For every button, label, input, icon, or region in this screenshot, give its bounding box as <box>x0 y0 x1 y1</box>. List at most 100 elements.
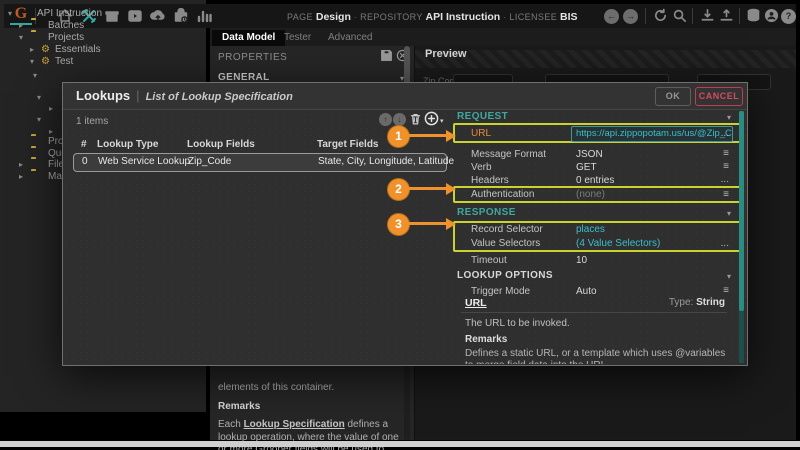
annotation-badge-2: 2 <box>387 178 410 201</box>
help-summary: The URL to be invoked. <box>465 318 727 330</box>
property-description: elements of this container. Remarks Each… <box>218 382 404 450</box>
tab-advanced[interactable]: Advanced <box>318 30 382 46</box>
refresh-icon[interactable] <box>653 8 671 24</box>
remarks-label: Remarks <box>218 401 260 412</box>
nav-back-button[interactable]: ← <box>604 9 619 24</box>
chevron-down-icon: ▾ <box>727 113 731 122</box>
project-gear-icon: ⚙ <box>41 56 50 68</box>
expand-arrow-icon[interactable]: ▾ <box>8 9 12 18</box>
nav-forward-button[interactable]: → <box>623 9 638 24</box>
items-count: 1 items <box>76 116 108 127</box>
lookup-specification-link[interactable]: Lookup Specification <box>244 419 345 430</box>
expand-arrow-icon[interactable]: ▾ <box>19 33 23 42</box>
licensee-value: BIS <box>560 11 578 23</box>
media-play-icon[interactable] <box>127 8 145 24</box>
database-icon[interactable] <box>746 8 764 24</box>
help-remarks-label: Remarks <box>465 334 507 345</box>
expand-arrow-icon[interactable]: ▸ <box>19 21 23 30</box>
move-up-button[interactable]: ↑ <box>379 113 393 127</box>
dialog-title: Lookups|List of Lookup Specification <box>76 88 293 103</box>
annotation-arrow-3 <box>408 222 446 225</box>
repository-value[interactable]: API Instruction <box>426 11 501 23</box>
annotation-badge-3: 3 <box>387 213 410 236</box>
ellipsis-button[interactable]: ... <box>721 174 729 185</box>
delete-icon[interactable] <box>409 112 423 126</box>
expand-arrow-icon[interactable]: ▸ <box>49 127 53 136</box>
response-highlight-group: Record Selector places Value Selectors (… <box>451 221 739 252</box>
divider <box>692 8 693 24</box>
cancel-button[interactable]: CANCEL <box>695 87 743 106</box>
help-property-title: URL <box>465 297 487 309</box>
cloud-upload-icon[interactable] <box>150 8 168 24</box>
batches-box-icon[interactable] <box>104 8 122 24</box>
message-format-row[interactable]: Message Format JSON ≡ <box>451 148 739 161</box>
annotation-badge-1: 1 <box>387 125 410 148</box>
upload-icon[interactable] <box>719 8 737 24</box>
properties-panel-title: PROPERTIES <box>218 52 287 63</box>
divider <box>645 8 646 24</box>
expand-arrow-icon[interactable]: ▸ <box>49 104 53 113</box>
licensee-label: LICENSEE <box>509 12 557 22</box>
jobs-bag-icon[interactable] <box>173 8 191 24</box>
property-help-panel: URL Type: String The URL to be invoked. … <box>451 295 739 364</box>
annotation-arrowhead-2 <box>446 183 456 195</box>
bottom-strip <box>0 441 800 447</box>
expand-arrow-icon[interactable]: ▾ <box>37 115 41 124</box>
column-header-lookup-fields[interactable]: Lookup Fields <box>187 139 255 150</box>
preview-title: Preview <box>425 48 467 60</box>
annotation-arrow-2 <box>408 187 446 190</box>
column-header-lookup-type[interactable]: Lookup Type <box>97 139 158 150</box>
expand-arrow-icon[interactable]: ▸ <box>30 45 34 54</box>
preview-header <box>415 50 796 68</box>
expand-arrow-icon[interactable]: ▾ <box>30 57 34 66</box>
help-remarks-text: Defines a static URL, or a template whic… <box>465 348 727 364</box>
annotation-arrowhead-1 <box>446 130 456 142</box>
menu-icon[interactable]: ≡ <box>723 148 729 159</box>
divider <box>35 8 36 24</box>
expand-arrow-icon[interactable]: ▾ <box>33 71 37 80</box>
page-label: PAGE <box>287 12 313 22</box>
timeout-row[interactable]: Timeout 10 <box>451 254 739 268</box>
annotation-arrowhead-3 <box>446 218 456 230</box>
save-icon[interactable] <box>380 49 394 63</box>
lookup-options-section-header[interactable]: LOOKUP OPTIONS▾ <box>451 270 739 284</box>
expand-arrow-icon[interactable]: ▾ <box>37 93 41 102</box>
url-value-field[interactable]: https://api.zippopotam.us/us/@Zip_C... <box>571 126 733 142</box>
column-header-index[interactable]: # <box>81 139 87 150</box>
breadcrumb: PAGE Design · REPOSITORY API Instruction… <box>287 11 578 23</box>
ok-button[interactable]: OK <box>655 87 691 106</box>
scrollbar[interactable] <box>739 111 744 363</box>
response-section-header[interactable]: RESPONSE▾ <box>451 207 739 221</box>
search-icon[interactable] <box>672 8 690 24</box>
chevron-down-icon: ▾ <box>727 272 731 281</box>
annotation-arrow-1 <box>408 134 446 137</box>
authentication-row[interactable]: Authentication (none) ≡ <box>451 187 739 204</box>
repository-label: REPOSITORY <box>360 12 423 22</box>
chevron-down-icon: ▾ <box>727 209 731 218</box>
expand-arrow-icon[interactable]: ▸ <box>19 172 23 181</box>
help-property-type: Type: String <box>669 297 725 308</box>
ellipsis-button[interactable]: ... <box>721 238 729 249</box>
page-value[interactable]: Design <box>316 11 351 23</box>
menu-icon[interactable]: ≡ <box>723 161 729 172</box>
dialog-subtitle: List of Lookup Specification <box>146 91 293 103</box>
tab-tester[interactable]: Tester <box>274 30 321 46</box>
project-gear-icon: ⚙ <box>41 44 50 56</box>
divider <box>461 312 727 313</box>
ellipsis-button[interactable]: ... <box>721 128 729 139</box>
verb-row[interactable]: Verb GET ≡ <box>451 161 739 174</box>
add-dropdown-caret-icon[interactable]: ▾ <box>440 117 444 125</box>
menu-icon[interactable]: ≡ <box>723 189 729 200</box>
table-row[interactable]: 0 Web Service Lookup Zip_Code State, Cit… <box>73 153 447 172</box>
stats-chart-icon[interactable] <box>196 8 214 24</box>
download-icon[interactable] <box>700 8 718 24</box>
user-icon[interactable] <box>764 8 782 24</box>
expand-arrow-icon[interactable]: ▸ <box>19 160 23 169</box>
scrollbar-thumb[interactable] <box>739 111 744 311</box>
description-clipped-line: elements of this container. <box>218 382 404 395</box>
url-property-row[interactable]: URL https://api.zippopotam.us/us/@Zip_C.… <box>451 125 739 145</box>
app-screenshot: G PAGE Design · REPOSITORY API Instructi… <box>0 0 800 450</box>
help-icon[interactable]: ? <box>781 9 796 24</box>
column-header-target-fields[interactable]: Target Fields <box>317 139 379 150</box>
add-icon[interactable] <box>424 111 438 125</box>
